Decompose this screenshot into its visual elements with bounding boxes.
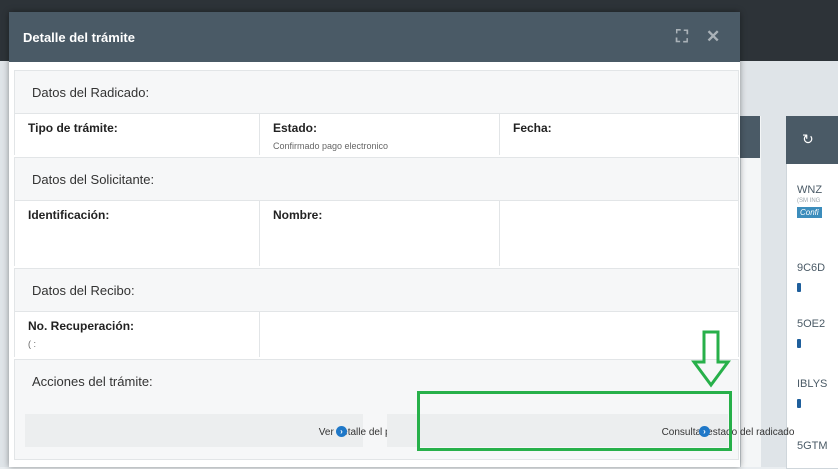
list-item-code: 5OE2 xyxy=(797,318,838,330)
list-item-bar xyxy=(797,399,801,408)
section-heading: Datos del Radicado: xyxy=(32,85,149,100)
list-item[interactable]: 5OE2 xyxy=(797,318,838,348)
field-label: Nombre: xyxy=(273,208,322,222)
field-fecha: Fecha: xyxy=(500,114,738,155)
chevron-right-circle-icon: › xyxy=(336,426,347,437)
section-heading: Datos del Solicitante: xyxy=(32,172,154,187)
field-nombre: Nombre: xyxy=(260,201,500,266)
section-heading: Acciones del trámite: xyxy=(32,374,153,389)
field-label: Tipo de trámite: xyxy=(28,121,118,135)
list-item-bar xyxy=(797,283,801,292)
list-item-bar xyxy=(797,339,801,348)
highlight-box xyxy=(417,391,732,451)
field-label: Estado: xyxy=(273,121,317,135)
list-item[interactable]: WNZ (SM ING Confi xyxy=(797,184,838,218)
solicitante-grid: Identificación: Nombre: xyxy=(15,200,738,266)
field-label: Fecha: xyxy=(513,121,552,135)
radicado-grid: Tipo de trámite: Estado: Confirmado pago… xyxy=(15,113,738,155)
field-estado: Estado: Confirmado pago electronico xyxy=(260,114,500,155)
field-label: Identificación: xyxy=(28,208,109,222)
section-recibo: Datos del Recibo: No. Recuperación: ( : xyxy=(14,268,739,357)
field-value: ( : xyxy=(28,339,36,349)
field-empty xyxy=(260,312,738,357)
recibo-grid: No. Recuperación: ( : xyxy=(15,311,738,357)
background-left-panel xyxy=(740,116,761,467)
list-item-code: WNZ xyxy=(797,184,838,196)
list-item-code: 9C6D xyxy=(797,262,838,274)
background-right-panel-header: ↻ xyxy=(786,116,838,164)
field-value: Confirmado pago electronico xyxy=(273,141,388,151)
close-icon[interactable]: ✕ xyxy=(706,27,720,47)
list-item[interactable]: 5GTM xyxy=(797,440,838,452)
list-item[interactable]: 9C6D xyxy=(797,262,838,292)
status-badge: Confi xyxy=(797,207,822,218)
background-left-panel-header xyxy=(740,116,760,158)
list-item[interactable]: IBLYS xyxy=(797,378,838,408)
expand-icon[interactable]: ⛶ xyxy=(676,27,688,47)
section-radicado: Datos del Radicado: Tipo de trámite: Est… xyxy=(14,70,739,155)
modal-title: Detalle del trámite xyxy=(23,30,135,45)
down-arrow-icon xyxy=(691,330,731,388)
field-empty xyxy=(500,201,738,266)
modal-header: Detalle del trámite ⛶ ✕ xyxy=(9,12,740,62)
section-heading: Datos del Recibo: xyxy=(32,283,135,298)
list-item-code: IBLYS xyxy=(797,378,838,390)
section-solicitante: Datos del Solicitante: Identificación: N… xyxy=(14,157,739,266)
background-right-panel xyxy=(786,116,838,469)
list-item-sub: (SM ING xyxy=(797,198,838,204)
field-identificacion: Identificación: xyxy=(15,201,260,266)
refresh-icon[interactable]: ↻ xyxy=(802,131,814,148)
field-label: No. Recuperación: xyxy=(28,319,134,333)
field-no-recuperacion: No. Recuperación: ( : xyxy=(15,312,260,357)
ver-detalle-pago-button[interactable]: Ver detalle del pago › xyxy=(25,414,363,447)
field-tipo-tramite: Tipo de trámite: xyxy=(15,114,260,155)
list-item-code: 5GTM xyxy=(797,440,838,452)
